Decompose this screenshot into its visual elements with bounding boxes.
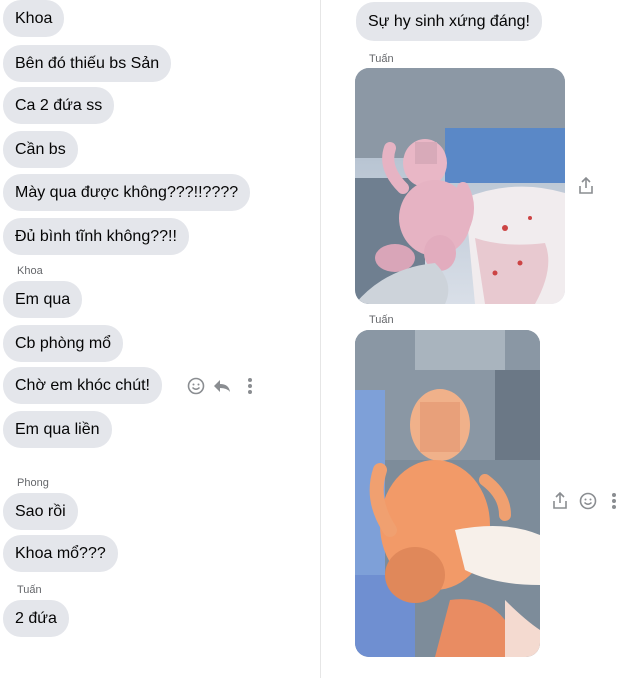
sender-name: Tuấn (369, 53, 394, 65)
message-bubble[interactable]: Sao rồi (3, 493, 78, 530)
more-icon[interactable] (242, 375, 258, 397)
sender-name: Khoa (17, 265, 43, 277)
message-bubble[interactable]: Chờ em khóc chút! (3, 367, 162, 404)
message-bubble[interactable]: 2 đứa (3, 600, 69, 637)
photo-attachment[interactable] (355, 330, 540, 657)
message-bubble[interactable]: Ca 2 đứa ss (3, 87, 115, 124)
newborn-photo-image (355, 68, 565, 304)
sender-name: Tuấn (369, 314, 394, 326)
message-bubble[interactable]: Đủ bình tĩnh không??!! (3, 218, 189, 255)
message-bubble[interactable]: Em qua (3, 281, 83, 318)
smile-icon[interactable] (577, 490, 599, 512)
message-bubble[interactable]: Cần bs (3, 131, 78, 168)
sender-name: Phong (17, 477, 49, 489)
message-bubble[interactable]: Cb phòng mổ (3, 325, 124, 362)
more-icon[interactable] (607, 490, 621, 512)
share-icon[interactable] (576, 175, 596, 197)
reply-icon[interactable] (210, 375, 234, 397)
message-bubble[interactable]: Bên đó thiếu bs Sản (3, 45, 172, 82)
smile-icon[interactable] (185, 375, 207, 397)
message-bubble[interactable]: Em qua liền (3, 411, 112, 448)
newborn-photo-image (355, 330, 540, 657)
share-icon[interactable] (550, 490, 570, 512)
message-bubble[interactable]: Sự hy sinh xứng đáng! (356, 2, 542, 41)
message-bubble[interactable]: Khoa mổ??? (3, 535, 118, 572)
message-bubble[interactable]: Khoa (3, 0, 65, 37)
sender-name: Tuấn (17, 584, 42, 596)
pane-divider (320, 0, 321, 678)
photo-attachment[interactable] (355, 68, 565, 304)
message-bubble[interactable]: Mày qua được không???!!???? (3, 174, 251, 211)
